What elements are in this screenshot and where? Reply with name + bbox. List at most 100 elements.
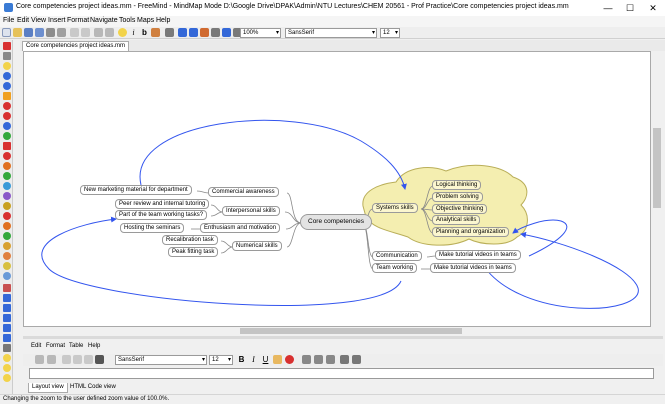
note-find-icon[interactable] bbox=[95, 355, 104, 364]
star-icon[interactable] bbox=[3, 262, 11, 270]
note-paste-icon[interactable] bbox=[84, 355, 93, 364]
priority-3-icon[interactable] bbox=[3, 172, 11, 180]
no-entry-icon[interactable] bbox=[3, 112, 11, 120]
menu-navigate[interactable]: Navigate bbox=[90, 17, 118, 24]
font-family-select[interactable]: SansSerif ▾ bbox=[285, 28, 377, 38]
arrow-right-icon[interactable] bbox=[3, 304, 11, 312]
open-icon[interactable] bbox=[13, 28, 22, 37]
node-up-icon[interactable] bbox=[200, 28, 209, 37]
note-undo-icon[interactable] bbox=[35, 355, 44, 364]
node-numerical-skills[interactable]: Numerical skills bbox=[232, 241, 282, 251]
menu-format[interactable]: Format bbox=[67, 17, 89, 24]
note-cut-icon[interactable] bbox=[62, 355, 71, 364]
note-menu-format[interactable]: Format bbox=[46, 343, 65, 349]
node-team-working[interactable]: Team working bbox=[372, 263, 418, 273]
note-underline-icon[interactable]: U bbox=[261, 355, 270, 364]
traffic-light-icon[interactable] bbox=[3, 284, 11, 292]
numbered-list-icon[interactable] bbox=[352, 355, 361, 364]
arrow-up-icon[interactable] bbox=[3, 314, 11, 322]
note-menu-help[interactable]: Help bbox=[88, 343, 100, 349]
root-node[interactable]: Core competencies bbox=[300, 214, 372, 230]
menu-edit[interactable]: Edit bbox=[17, 17, 29, 24]
italic-icon[interactable]: i bbox=[129, 28, 138, 37]
font-size-select[interactable]: 12 ▾ bbox=[380, 28, 400, 38]
note-highlight-icon[interactable] bbox=[273, 355, 282, 364]
node-planning-organization[interactable]: Planning and organization bbox=[432, 227, 510, 237]
zoom-out-icon[interactable] bbox=[211, 28, 220, 37]
align-left-icon[interactable] bbox=[302, 355, 311, 364]
zoom-select[interactable]: 100% ▾ bbox=[240, 28, 281, 38]
note-redo-icon[interactable] bbox=[47, 355, 56, 364]
node-tutorial-videos-1[interactable]: Make tutorial videos in teams bbox=[435, 250, 521, 260]
node-peak-fitting-task[interactable]: Peak fitting task bbox=[168, 247, 219, 257]
node-peer-review[interactable]: Peer review and internal tutoring bbox=[115, 199, 210, 209]
note-menu-edit[interactable]: Edit bbox=[31, 343, 41, 349]
menu-view[interactable]: View bbox=[31, 17, 46, 24]
info-icon[interactable] bbox=[3, 122, 11, 130]
print-preview-icon[interactable] bbox=[57, 28, 66, 37]
minimize-button[interactable]: — bbox=[601, 2, 615, 14]
lightbulb-icon[interactable] bbox=[118, 28, 127, 37]
mail-icon[interactable] bbox=[3, 272, 11, 280]
node-logical-thinking[interactable]: Logical thinking bbox=[432, 180, 482, 190]
menu-file[interactable]: File bbox=[3, 17, 14, 24]
warning-icon[interactable] bbox=[3, 92, 11, 100]
align-right-icon[interactable] bbox=[326, 355, 335, 364]
filter-icon[interactable] bbox=[165, 28, 174, 37]
map-tab[interactable]: Core competencies project ideas.mm bbox=[22, 41, 130, 51]
priority-2-icon[interactable] bbox=[3, 162, 11, 170]
note-color-icon[interactable] bbox=[285, 355, 294, 364]
node-interpersonal-skills[interactable]: Interpersonal skills bbox=[222, 206, 280, 216]
note-bold-icon[interactable]: B bbox=[237, 355, 246, 364]
menu-help[interactable]: Help bbox=[156, 17, 170, 24]
node-team-tasks[interactable]: Part of the team working tasks? bbox=[115, 210, 208, 220]
priority-4-icon[interactable] bbox=[3, 182, 11, 190]
save-as-icon[interactable] bbox=[35, 28, 44, 37]
copy-icon[interactable] bbox=[81, 28, 90, 37]
note-copy-icon[interactable] bbox=[73, 355, 82, 364]
tab-html-code-view[interactable]: HTML Code view bbox=[67, 383, 119, 393]
note-text-area[interactable] bbox=[29, 368, 654, 379]
node-communication[interactable]: Communication bbox=[372, 251, 422, 261]
priority-1-icon[interactable] bbox=[3, 152, 11, 160]
note-menu-table[interactable]: Table bbox=[69, 343, 83, 349]
redo-icon[interactable] bbox=[105, 28, 114, 37]
print-icon[interactable] bbox=[46, 28, 55, 37]
node-hosting-seminars[interactable]: Hosting the seminars bbox=[120, 223, 185, 233]
zoom-in-icon[interactable] bbox=[222, 28, 231, 37]
align-center-icon[interactable] bbox=[314, 355, 323, 364]
menu-maps[interactable]: Maps bbox=[137, 17, 154, 24]
smiley-happy-icon[interactable] bbox=[3, 354, 11, 362]
priority-9-icon[interactable] bbox=[3, 232, 11, 240]
maximize-button[interactable]: ☐ bbox=[623, 2, 637, 14]
navigate-back-icon[interactable] bbox=[178, 28, 187, 37]
menu-insert[interactable]: Insert bbox=[48, 17, 66, 24]
question-icon[interactable] bbox=[3, 72, 11, 80]
note-size-select[interactable]: 12 ▾ bbox=[209, 355, 233, 365]
node-tutorial-videos-2[interactable]: Make tutorial videos in teams bbox=[430, 263, 516, 273]
back-icon[interactable] bbox=[3, 334, 11, 342]
priority-6-icon[interactable] bbox=[3, 202, 11, 210]
horizontal-scrollbar-thumb[interactable] bbox=[240, 328, 462, 334]
flag-icon[interactable] bbox=[3, 242, 11, 250]
note-font-select[interactable]: SansSerif ▾ bbox=[115, 355, 207, 365]
arrow-left-icon[interactable] bbox=[3, 294, 11, 302]
node-enthusiasm[interactable]: Enthusiasm and motivation bbox=[200, 223, 281, 233]
ok-icon[interactable] bbox=[3, 132, 11, 140]
node-analytical-skills[interactable]: Analytical skills bbox=[432, 215, 481, 225]
node-commercial-awareness[interactable]: Commercial awareness bbox=[208, 187, 279, 197]
important-icon[interactable] bbox=[3, 82, 11, 90]
remove-icon-icon[interactable] bbox=[3, 42, 11, 50]
node-objective-thinking[interactable]: Objective thinking bbox=[432, 204, 488, 214]
close-button[interactable]: ✕ bbox=[646, 2, 660, 14]
priority-8-icon[interactable] bbox=[3, 222, 11, 230]
new-map-icon[interactable] bbox=[2, 28, 11, 37]
splitter[interactable] bbox=[23, 336, 663, 339]
vertical-scrollbar-thumb[interactable] bbox=[653, 128, 661, 208]
node-problem-solving[interactable]: Problem solving bbox=[432, 192, 483, 202]
undo-icon[interactable] bbox=[94, 28, 103, 37]
menu-tools[interactable]: Tools bbox=[119, 17, 135, 24]
priority-5-icon[interactable] bbox=[3, 192, 11, 200]
pencil-icon[interactable] bbox=[3, 344, 11, 352]
stop-icon[interactable] bbox=[3, 102, 11, 110]
